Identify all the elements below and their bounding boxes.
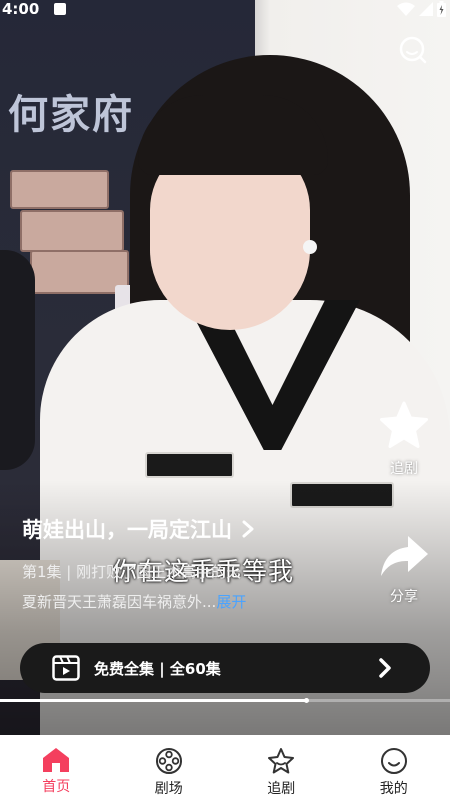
pearl-earring [303, 240, 317, 254]
description-text: 夏新晋天王萧磊因车祸意外... [22, 593, 217, 611]
notification-icon [54, 3, 66, 15]
video-player[interactable]: 何家府 你在这乖乖等我 [0, 0, 450, 735]
nav-label-follow: 追剧 [267, 781, 296, 797]
foreground-person [0, 250, 35, 470]
signal-icon [419, 2, 433, 16]
status-bar: 4:00 [0, 0, 450, 22]
status-icons [397, 1, 446, 17]
nav-item-mine[interactable]: 我的 [338, 735, 450, 800]
battery-icon [437, 1, 446, 17]
follow-button[interactable]: 追剧 [374, 400, 434, 478]
watch-all-episodes-bar[interactable]: 免费全集 | 全60集 [20, 643, 430, 693]
star-icon [380, 401, 428, 448]
playback-progress[interactable] [0, 698, 450, 703]
home-icon [43, 748, 70, 772]
bottom-nav: 首页 剧场 追剧 我的 [0, 735, 450, 800]
progress-knob[interactable] [304, 698, 309, 703]
jacket-pocket [145, 452, 234, 478]
star-outline-icon [268, 748, 295, 774]
nav-label-home: 首页 [42, 779, 71, 795]
share-button[interactable]: 分享 [374, 532, 434, 606]
drama-description: 夏新晋天王萧磊因车祸意外...展开 [22, 591, 246, 612]
nav-label-mine: 我的 [379, 781, 408, 797]
chevron-right-icon [242, 520, 254, 538]
search-icon [399, 36, 427, 64]
episode-line: 第1集 | 刚打败了国王术高手的天 [22, 563, 242, 581]
share-arrow-icon [381, 536, 428, 576]
background-box [10, 170, 109, 209]
nav-item-follow[interactable]: 追剧 [225, 735, 338, 800]
watch-bar-label: 免费全集 | 全60集 [94, 659, 221, 678]
follow-label: 追剧 [390, 461, 418, 477]
drama-title: 萌娃出山，一局定江山 [22, 518, 232, 542]
nav-item-home[interactable]: 首页 [0, 735, 113, 800]
share-label: 分享 [390, 589, 418, 605]
nav-item-theater[interactable]: 剧场 [113, 735, 226, 800]
chevron-right-icon [379, 658, 391, 678]
drama-title-link[interactable]: 萌娃出山，一局定江山 [22, 514, 254, 544]
episode-list-icon [52, 655, 80, 681]
smiley-icon [380, 748, 407, 774]
status-time: 4:00 [2, 0, 40, 18]
background-box [20, 210, 124, 252]
search-button[interactable] [396, 34, 430, 68]
actress-bangs [138, 95, 328, 175]
film-reel-icon [155, 748, 182, 774]
background-sign: 何家府 [8, 91, 134, 138]
nav-label-theater: 剧场 [154, 781, 183, 797]
expand-link[interactable]: 展开 [216, 593, 246, 611]
wifi-icon [397, 2, 415, 16]
progress-fill [0, 699, 306, 702]
